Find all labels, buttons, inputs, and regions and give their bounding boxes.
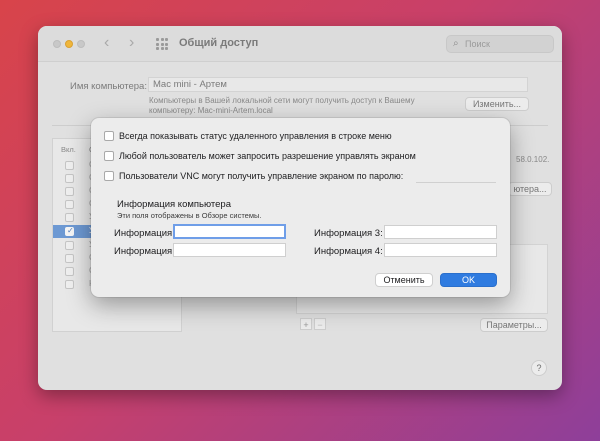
info2-input[interactable] (173, 243, 286, 257)
vnc-password-input[interactable] (416, 169, 496, 183)
ok-button[interactable]: OK (440, 273, 497, 287)
computer-info-title: Информация компьютера (117, 199, 231, 210)
window-title: Общий доступ (179, 37, 259, 49)
search-box[interactable]: ⌕ (446, 35, 554, 53)
cancel-button[interactable]: Отменить (375, 273, 433, 287)
computer-info-description: Эти поля отображены в Обзоре системы. (117, 211, 262, 220)
zoom-button[interactable] (77, 40, 85, 48)
close-button[interactable] (53, 40, 61, 48)
titlebar: ‹ › Общий доступ ⌕ (38, 26, 562, 62)
show-status-checkbox[interactable] (104, 131, 114, 141)
search-icon: ⌕ (453, 38, 459, 49)
show-all-grid-icon[interactable] (156, 38, 168, 50)
info4-input[interactable] (384, 243, 497, 257)
request-permission-checkbox[interactable] (104, 151, 114, 161)
vnc-password-checkbox[interactable] (104, 171, 114, 181)
info1-input[interactable] (173, 224, 286, 239)
info3-input[interactable] (384, 225, 497, 239)
info3-label: Информация 3: (314, 228, 383, 239)
minimize-button[interactable] (65, 40, 73, 48)
remote-management-sheet: Всегда показывать статус удаленного упра… (91, 118, 510, 297)
search-input[interactable] (465, 38, 549, 50)
back-chevron-icon[interactable]: ‹ (104, 34, 109, 52)
forward-chevron-icon[interactable]: › (129, 34, 134, 52)
info4-label: Информация 4: (314, 246, 383, 257)
